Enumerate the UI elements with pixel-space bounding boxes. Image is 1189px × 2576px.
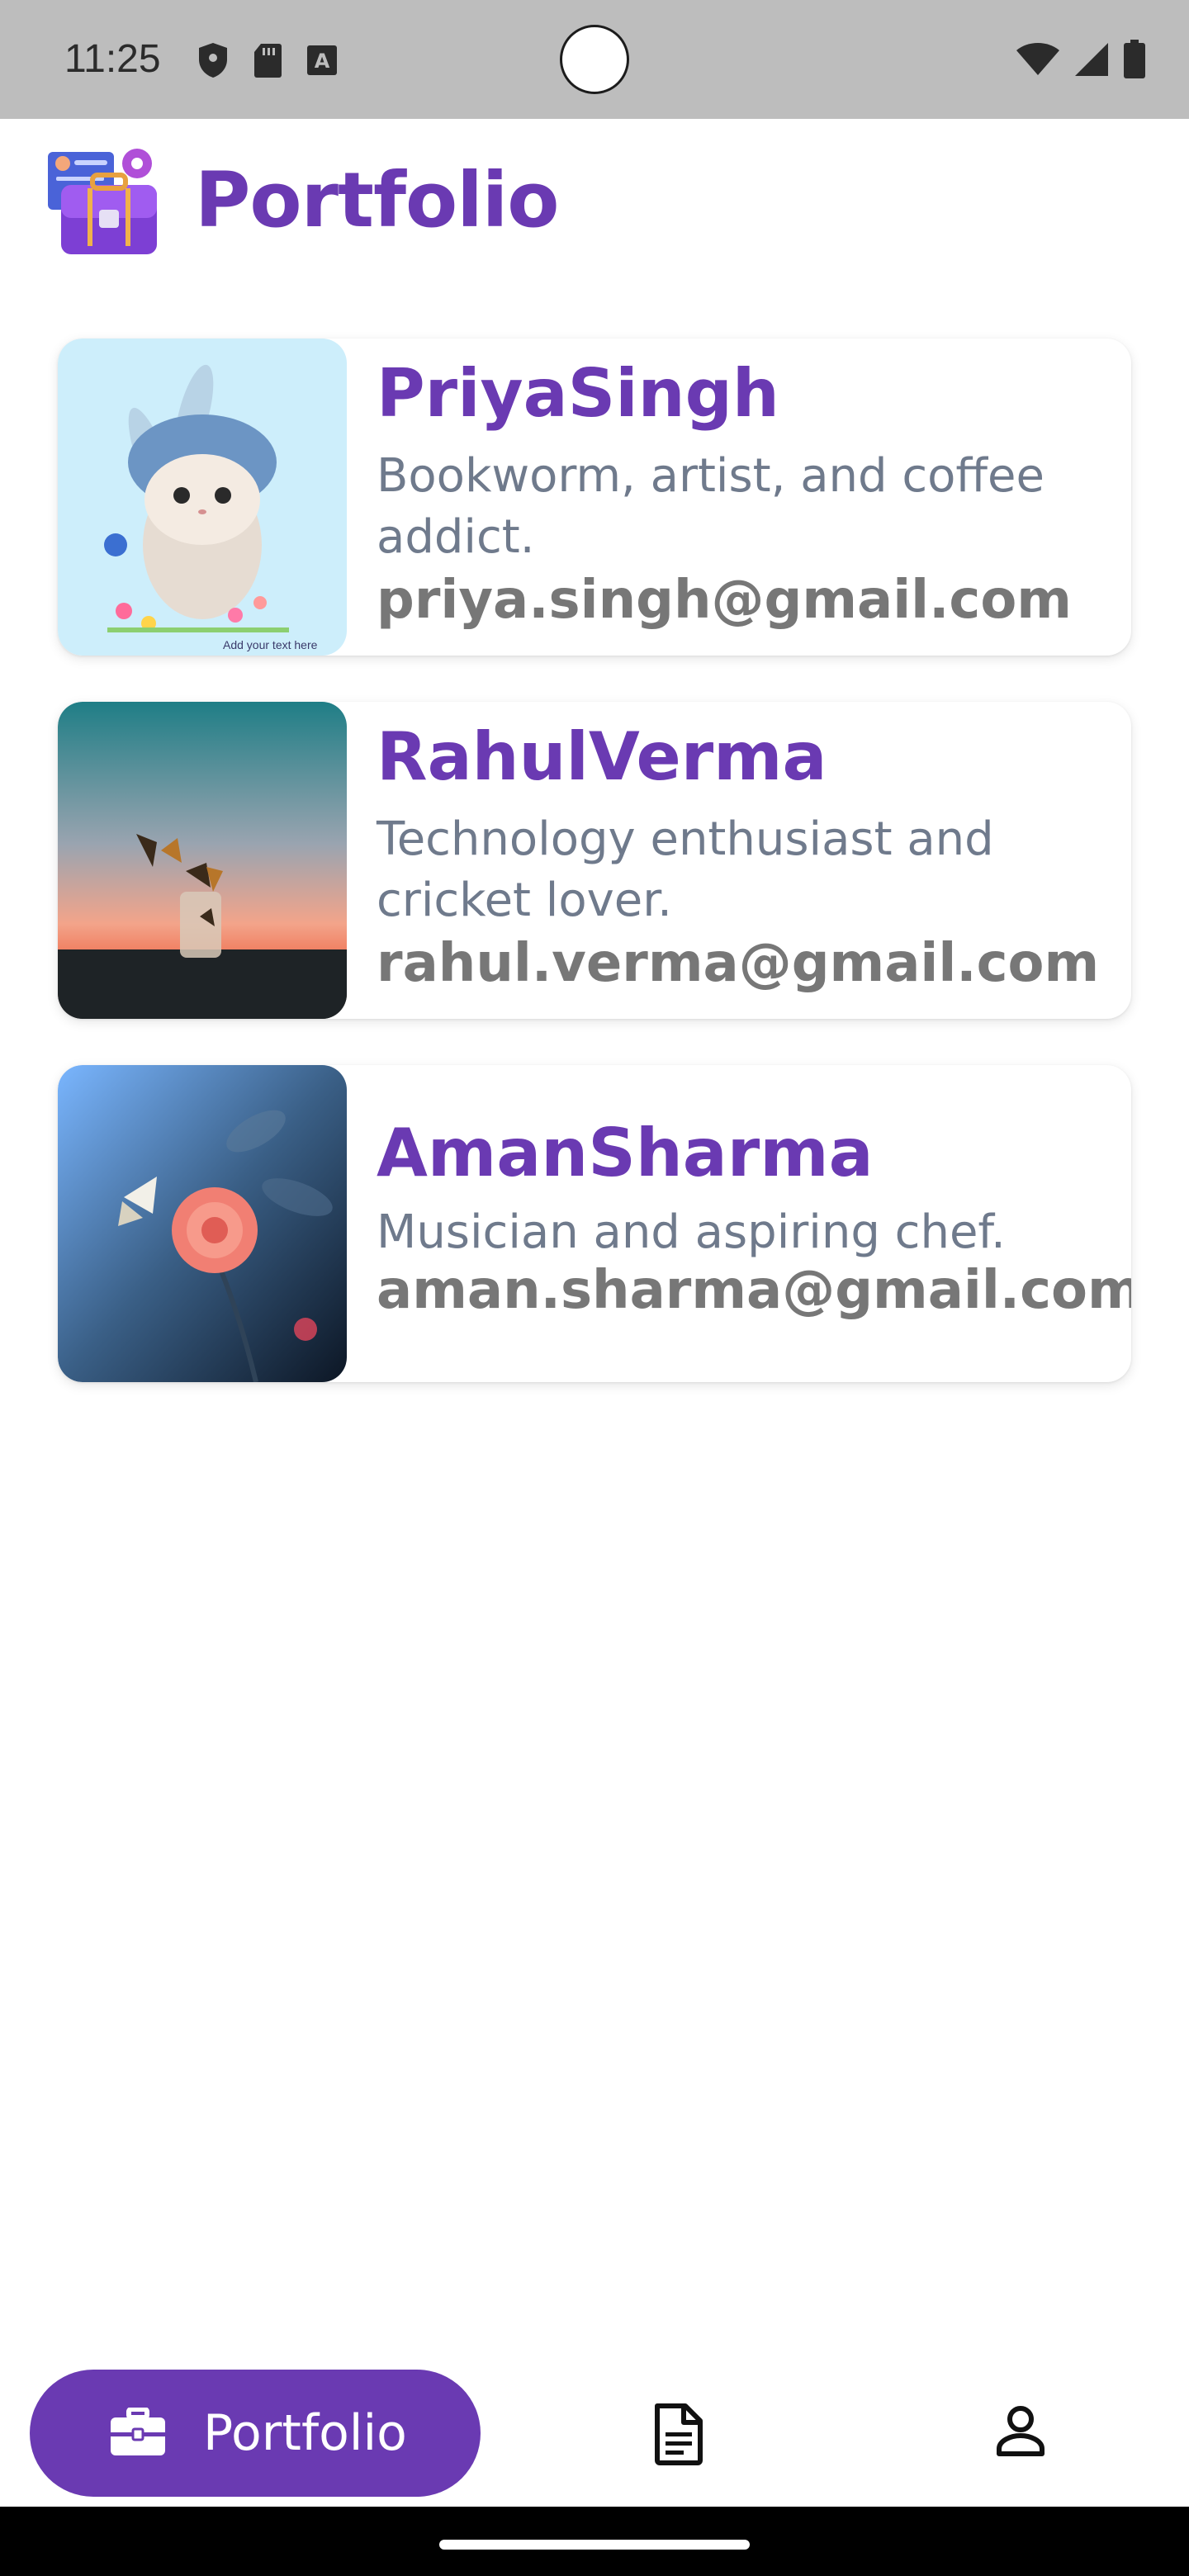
camera-cutout — [560, 25, 629, 94]
profile-card[interactable]: Add your text here PriyaSingh Bookworm, … — [58, 339, 1131, 656]
nav-item-label: Portfolio — [203, 2404, 407, 2462]
system-navigation-bar — [0, 2507, 1189, 2576]
profile-card[interactable]: AmanSharma Musician and aspiring chef. a… — [58, 1065, 1131, 1382]
cellular-signal-icon — [1075, 43, 1108, 76]
profile-email[interactable]: rahul.verma@gmail.com — [377, 933, 1099, 994]
profile-bio: Technology enthusiast and cricket lover. — [377, 812, 994, 927]
portfolio-logo-icon — [45, 142, 163, 258]
bottom-navigation: Portfolio — [0, 2353, 1189, 2502]
nav-item-document[interactable] — [652, 2403, 705, 2465]
profile-name: AmanSharma — [377, 1115, 874, 1191]
font-a-icon: A — [307, 45, 337, 75]
shield-icon — [199, 43, 227, 78]
profile-image-butterfly-rose — [58, 1065, 347, 1382]
briefcase-icon — [111, 2408, 165, 2455]
profile-email[interactable]: aman.sharma@gmail.com — [377, 1260, 1131, 1321]
sd-card-icon — [254, 44, 282, 78]
profile-card[interactable]: RahulVerma Technology enthusiast and cri… — [58, 702, 1131, 1019]
person-icon — [997, 2406, 1045, 2456]
profile-image-butterflies-jar — [58, 702, 347, 1019]
document-icon — [655, 2403, 703, 2465]
profile-name: PriyaSingh — [377, 355, 779, 432]
home-gesture-handle[interactable] — [439, 2540, 750, 2550]
profile-image-bunny: Add your text here — [58, 339, 347, 656]
status-time: 11:25 — [64, 37, 161, 81]
status-icons-left: A — [197, 41, 339, 79]
page-title: Portfolio — [195, 155, 559, 244]
app-header: Portfolio — [45, 142, 559, 258]
status-icons-right — [1016, 40, 1146, 79]
profile-email[interactable]: priya.singh@gmail.com — [377, 570, 1072, 631]
svg-text:A: A — [315, 50, 330, 73]
profile-bio: Musician and aspiring chef. — [377, 1205, 1006, 1259]
image-caption: Add your text here — [223, 638, 318, 651]
profile-bio: Bookworm, artist, and coffee addict. — [377, 449, 1045, 564]
battery-icon — [1124, 40, 1145, 78]
nav-item-profile[interactable] — [994, 2404, 1047, 2457]
status-bar: 11:25 A — [0, 0, 1189, 119]
wifi-icon — [1016, 43, 1059, 75]
nav-item-portfolio[interactable]: Portfolio — [30, 2370, 481, 2497]
profile-name: RahulVerma — [377, 718, 827, 795]
